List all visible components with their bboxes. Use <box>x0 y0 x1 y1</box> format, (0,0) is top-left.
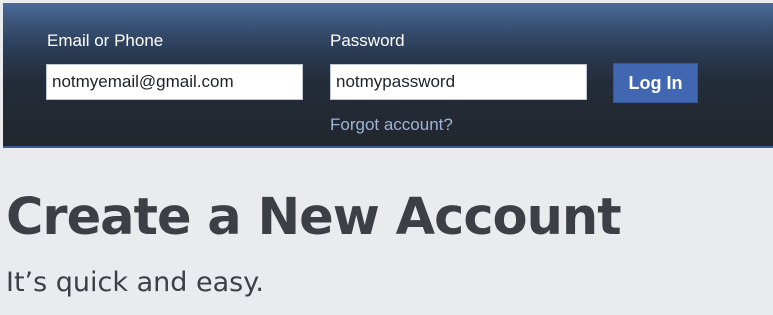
forgot-account-link[interactable]: Forgot account? <box>330 115 453 135</box>
signup-page: Email or Phone Password Log In Forgot ac… <box>0 0 773 315</box>
header-divider <box>3 146 773 148</box>
create-account-subheading: It’s quick and easy. <box>6 267 264 298</box>
login-button[interactable]: Log In <box>613 63 698 103</box>
password-label: Password <box>330 31 405 50</box>
email-label: Email or Phone <box>47 31 164 50</box>
password-field[interactable] <box>330 64 587 100</box>
email-field[interactable] <box>46 64 303 100</box>
create-account-heading: Create a New Account <box>6 188 622 247</box>
